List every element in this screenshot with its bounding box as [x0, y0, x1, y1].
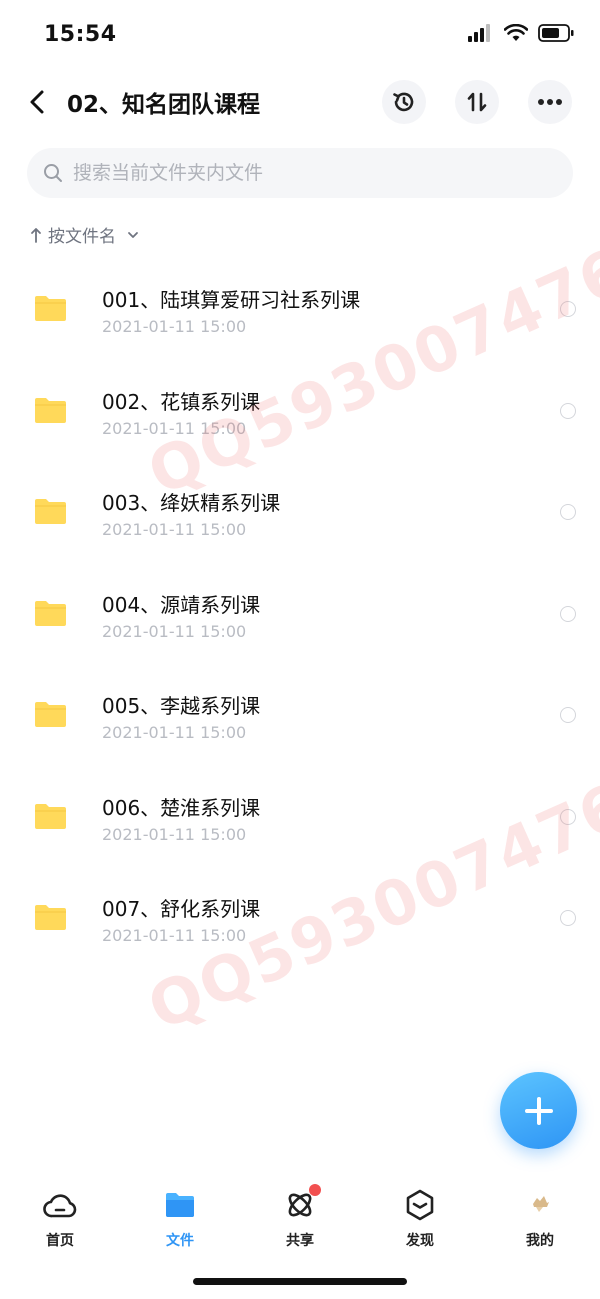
folder-icon — [35, 499, 66, 524]
list-item[interactable]: 007、舒化系列课 2021-01-11 15:00 — [0, 867, 600, 969]
file-name: 004、源靖系列课 — [102, 592, 261, 617]
file-name: 005、李越系列课 — [102, 694, 261, 718]
select-checkbox[interactable] — [560, 301, 576, 317]
folder-icon — [35, 600, 66, 626]
list-item[interactable]: 006、楚淮系列课 2021-01-11 15:00 — [0, 766, 600, 868]
battery-icon — [538, 24, 574, 42]
history-button[interactable] — [382, 80, 426, 124]
sort-arrows-icon — [467, 92, 487, 112]
bottom-tab-bar: 首页 文件 共享 发现 我的 — [0, 1170, 600, 1260]
list-item[interactable]: 003、绛妖精系列课 2021-01-11 15:00 — [0, 461, 600, 563]
select-checkbox[interactable] — [560, 808, 576, 825]
chevron-left-icon — [30, 90, 44, 114]
more-button[interactable] — [528, 80, 572, 124]
tab-home[interactable]: 首页 — [0, 1170, 120, 1260]
notification-badge — [309, 1184, 321, 1196]
file-date: 2021-01-11 15:00 — [102, 824, 247, 844]
select-checkbox[interactable] — [560, 910, 576, 926]
folder-icon — [35, 702, 66, 727]
select-checkbox[interactable] — [560, 504, 576, 520]
file-list: 001、陆琪算爱研习社系列课 2021-01-11 15:00 002、花镇系列… — [0, 258, 600, 969]
sort-order-button[interactable] — [455, 80, 499, 124]
back-button[interactable] — [22, 84, 52, 120]
list-item[interactable]: 004、源靖系列课 2021-01-11 15:00 — [0, 563, 600, 665]
select-checkbox[interactable] — [560, 707, 576, 723]
search-icon — [44, 164, 62, 182]
tab-label: 首页 — [46, 1233, 74, 1249]
folder-icon — [35, 397, 66, 423]
folder-icon — [35, 803, 66, 829]
status-bar: 15:54 — [0, 0, 600, 72]
file-name: 002、花镇系列课 — [102, 389, 261, 414]
cloud-icon — [42, 1188, 78, 1222]
folder-icon — [162, 1188, 198, 1222]
chevron-down-icon — [128, 231, 138, 238]
list-item[interactable]: 005、李越系列课 2021-01-11 15:00 — [0, 664, 600, 766]
search-bar[interactable] — [27, 148, 573, 198]
tab-share[interactable]: 共享 — [240, 1170, 360, 1260]
tab-label: 我的 — [526, 1233, 554, 1249]
select-checkbox[interactable] — [560, 402, 576, 419]
more-dots-icon — [538, 99, 562, 105]
tab-label: 共享 — [286, 1233, 314, 1249]
file-date: 2021-01-11 15:00 — [102, 723, 247, 742]
file-name: 006、楚淮系列课 — [102, 795, 261, 820]
folder-icon — [35, 905, 66, 930]
signal-icon — [468, 24, 490, 42]
search-input[interactable] — [73, 162, 553, 184]
file-date: 2021-01-11 15:00 — [102, 418, 247, 438]
folder-icon — [35, 296, 66, 321]
tab-files[interactable]: 文件 — [120, 1170, 240, 1260]
page-title: 02、知名团队课程 — [67, 92, 261, 118]
select-checkbox[interactable] — [560, 605, 576, 622]
list-item[interactable]: 002、花镇系列课 2021-01-11 15:00 — [0, 360, 600, 462]
list-item[interactable]: 001、陆琪算爱研习社系列课 2021-01-11 15:00 — [0, 258, 600, 360]
status-icons — [468, 24, 574, 42]
history-icon — [393, 92, 414, 112]
add-button[interactable] — [500, 1072, 577, 1149]
arrow-up-icon — [31, 227, 41, 243]
tab-profile[interactable]: 我的 — [480, 1170, 600, 1260]
file-name: 007、舒化系列课 — [102, 897, 261, 921]
tab-discover[interactable]: 发现 — [360, 1170, 480, 1260]
sort-selector[interactable]: 按文件名 — [30, 222, 140, 247]
tab-label: 文件 — [166, 1233, 194, 1249]
tab-label: 发现 — [406, 1233, 434, 1249]
file-name: 003、绛妖精系列课 — [102, 491, 281, 515]
file-date: 2021-01-11 15:00 — [102, 621, 247, 641]
home-indicator — [193, 1278, 407, 1285]
cube-icon — [402, 1188, 438, 1222]
file-date: 2021-01-11 15:00 — [102, 926, 247, 945]
status-time: 15:54 — [44, 22, 117, 47]
top-nav: 02、知名团队课程 — [0, 72, 600, 132]
wifi-icon — [504, 24, 528, 41]
plus-icon — [524, 1096, 553, 1125]
sort-label: 按文件名 — [48, 227, 116, 247]
file-name: 001、陆琪算爱研习社系列课 — [102, 288, 361, 312]
avatar-icon — [522, 1188, 558, 1222]
file-date: 2021-01-11 15:00 — [102, 520, 247, 539]
orbit-icon — [282, 1184, 321, 1222]
file-date: 2021-01-11 15:00 — [102, 317, 247, 336]
